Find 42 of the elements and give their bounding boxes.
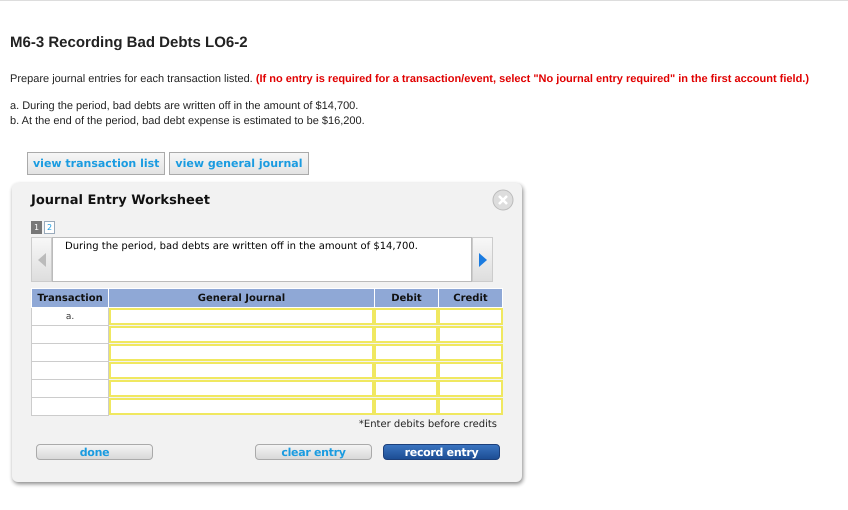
amount-field[interactable]	[374, 398, 438, 415]
account-field[interactable]	[109, 344, 374, 361]
transaction-description: During the period, bad debts are written off in the amount of $14,700.	[52, 237, 472, 282]
amount-field[interactable]	[438, 326, 502, 343]
instructions-text: Prepare journal entries for each transaction listed. (If no entry is required for a transaction/event, select "No journal entry required" in the first account field.)	[10, 73, 810, 85]
clear-button[interactable]: clear entry	[255, 444, 372, 460]
previous-button[interactable]	[31, 237, 52, 282]
worksheet-title: Journal Entry Worksheet	[31, 193, 211, 208]
amount-field[interactable]	[374, 344, 438, 361]
amount-field[interactable]	[374, 362, 438, 379]
close-icon[interactable]	[492, 189, 514, 211]
amount-field[interactable]	[438, 308, 502, 326]
amount-field[interactable]	[438, 380, 502, 397]
page-tab[interactable]: 2	[44, 221, 55, 234]
page-tab[interactable]: 1	[31, 221, 42, 234]
column-header: Debit	[374, 288, 438, 308]
column-header: Transaction	[32, 288, 109, 308]
account-field[interactable]	[109, 362, 374, 379]
note-text: *Enter debits before credits	[358, 419, 497, 430]
transaction-text: a. During the period, bad debts are written off in the amount of $14,700.	[10, 99, 360, 114]
view-button[interactable]: view transaction list	[27, 152, 166, 175]
account-field[interactable]	[109, 308, 374, 326]
amount-field[interactable]	[438, 362, 502, 379]
exercise-title: M6-3 Recording Bad Debts LO6-2	[10, 34, 249, 51]
record-button[interactable]: record entry	[383, 444, 500, 460]
transaction-text: b. At the end of the period, bad debt expense is estimated to be $16,200.	[10, 114, 366, 129]
right-arrow-icon	[478, 252, 486, 266]
left-arrow-icon	[38, 252, 46, 266]
account-field[interactable]	[109, 398, 374, 415]
view-button[interactable]: view general journal	[169, 152, 308, 175]
column-header: General Journal	[108, 288, 374, 308]
account-field[interactable]	[109, 380, 374, 397]
done-button[interactable]: done	[36, 444, 153, 460]
amount-field[interactable]	[438, 398, 502, 415]
amount-field[interactable]	[374, 326, 438, 343]
column-header: Credit	[438, 288, 502, 308]
amount-field[interactable]	[438, 344, 502, 361]
amount-field[interactable]	[374, 308, 438, 326]
amount-field[interactable]	[374, 380, 438, 397]
table-cell: a.	[32, 308, 109, 326]
account-field[interactable]	[109, 326, 374, 343]
next-button[interactable]	[472, 237, 493, 282]
